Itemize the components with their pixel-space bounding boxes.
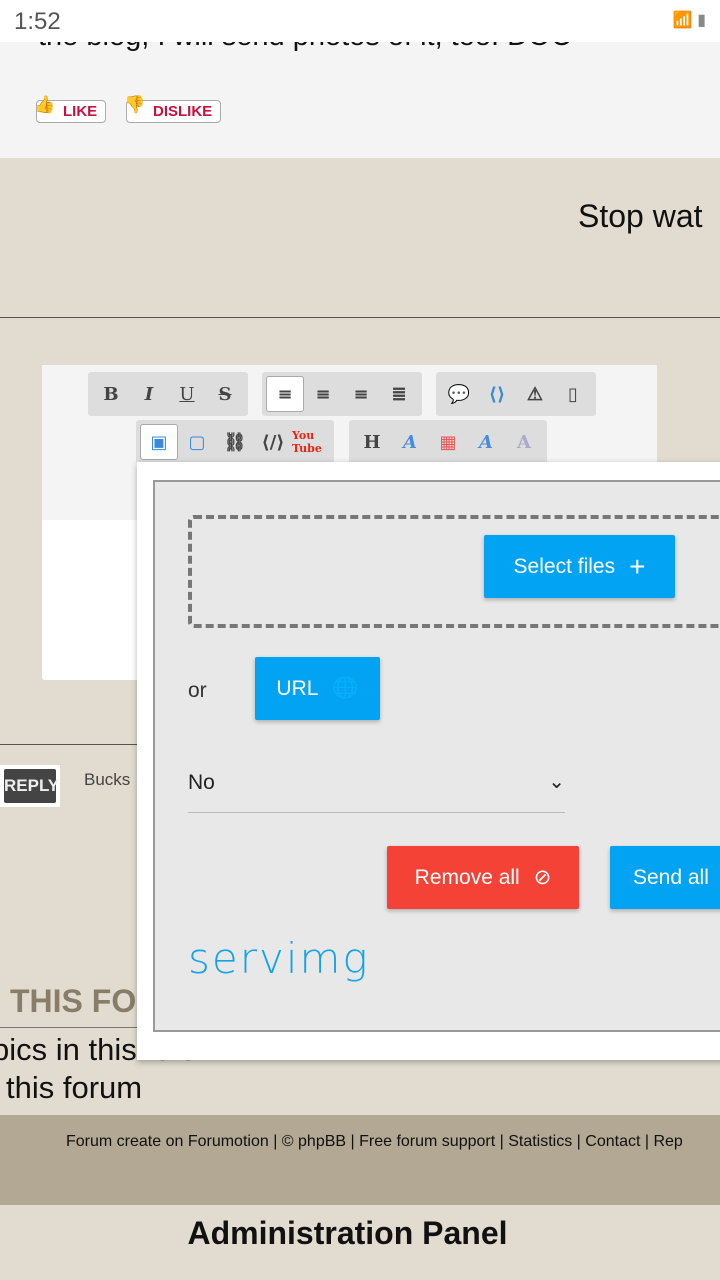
reply-label: REPLY (4, 769, 59, 803)
url-label: URL (276, 676, 319, 700)
heading-icon[interactable]: H (353, 424, 391, 460)
align-group: ≡ ≡ ≡ ≣ (262, 372, 422, 416)
insert-image-icon[interactable]: ▢ (178, 424, 216, 460)
plus-icon: + (629, 550, 646, 582)
bold-button[interactable]: B (92, 376, 130, 412)
link-icon[interactable]: ⛓ (216, 424, 254, 460)
chevron-down-icon: ⌄ (548, 771, 565, 793)
align-center-icon[interactable]: ≡ (304, 376, 342, 412)
like-button[interactable]: 👍 LIKE (34, 95, 107, 123)
permission-line: this forum (6, 1070, 143, 1105)
like-label: LIKE (63, 103, 98, 120)
url-button[interactable]: URL 🌐 (255, 657, 380, 720)
hide-icon[interactable]: ▯ (554, 376, 592, 412)
servimg-logo: servimg (188, 934, 370, 983)
spoiler-icon[interactable]: ⚠ (516, 376, 554, 412)
clock: 1:52 (14, 8, 61, 35)
admin-panel-link[interactable]: Administration Panel (0, 1215, 695, 1252)
divider (0, 1027, 150, 1028)
footer-links[interactable]: Forum create on Forumotion | © phpBB | F… (66, 1133, 683, 1151)
thumbs-down-icon: 👎 (124, 95, 146, 114)
or-label: or (188, 679, 207, 702)
post-body: the blog, I will send photos of it, too.… (0, 42, 720, 158)
format-group: B I U S (88, 372, 248, 416)
color-icon[interactable]: ▦ (429, 424, 467, 460)
signature-text: Stop wat (578, 198, 703, 234)
select-files-button[interactable]: Select files + (484, 535, 675, 598)
dislike-button[interactable]: 👎 DISLIKE (124, 95, 222, 123)
battery-icon: ▮ (697, 12, 706, 29)
remove-all-label: Remove all (414, 865, 520, 889)
select-value: No (188, 771, 215, 794)
image-host-icon[interactable]: ▣ (140, 424, 178, 460)
code-icon[interactable]: ⟨⟩ (478, 376, 516, 412)
bucks-text: Bucks (84, 770, 131, 789)
insert-group: 💬 ⟨⟩ ⚠ ▯ (436, 372, 596, 416)
remove-all-button[interactable]: Remove all ⊘ (387, 846, 579, 909)
justify-icon[interactable]: ≣ (380, 376, 418, 412)
embed-icon[interactable]: ⟨/⟩ (254, 424, 292, 460)
strike-button[interactable]: S (206, 376, 244, 412)
resize-select[interactable]: No ⌄ (188, 757, 565, 813)
align-right-icon[interactable]: ≡ (342, 376, 380, 412)
divider (0, 317, 720, 318)
servimg-panel: Select files + or URL 🌐 No ⌄ Remove all ⊘ Se… (153, 480, 720, 1032)
align-left-icon[interactable]: ≡ (266, 376, 304, 412)
thumbs-up-icon: 👍 (34, 95, 56, 114)
block-icon: ⊘ (533, 866, 552, 889)
underline-button[interactable]: U (168, 376, 206, 412)
globe-icon: 🌐 (332, 676, 359, 700)
reply-button[interactable]: REPLY (0, 765, 60, 807)
text-group: H A ▦ A A (349, 420, 547, 464)
select-files-label: Select files (513, 554, 616, 578)
status-bar: 1:52 📶 ▮ (0, 0, 720, 42)
permissions-title: THIS FO (10, 983, 137, 1019)
footer: Forum create on Forumotion | © phpBB | F… (0, 1115, 720, 1205)
post-text: the blog, I will send photos of it, too.… (38, 42, 572, 53)
font-icon[interactable]: A (467, 424, 505, 460)
youtube-icon[interactable]: You Tube (292, 424, 330, 460)
send-all-button[interactable]: Send all (610, 846, 720, 909)
media-group: ▣ ▢ ⛓ ⟨/⟩ You Tube (136, 420, 334, 464)
wifi-icon: 📶 (672, 12, 693, 29)
status-icons: 📶 ▮ (673, 10, 706, 30)
italic-button[interactable]: I (130, 376, 168, 412)
send-all-label: Send all (633, 865, 709, 889)
quote-icon[interactable]: 💬 (440, 376, 478, 412)
divider (0, 744, 137, 745)
font-size-icon[interactable]: A (391, 424, 429, 460)
upload-popup: Select files + or URL 🌐 No ⌄ Remove all ⊘ Se… (137, 462, 720, 1060)
remove-format-icon[interactable]: A (505, 424, 543, 460)
dislike-label: DISLIKE (153, 103, 213, 120)
